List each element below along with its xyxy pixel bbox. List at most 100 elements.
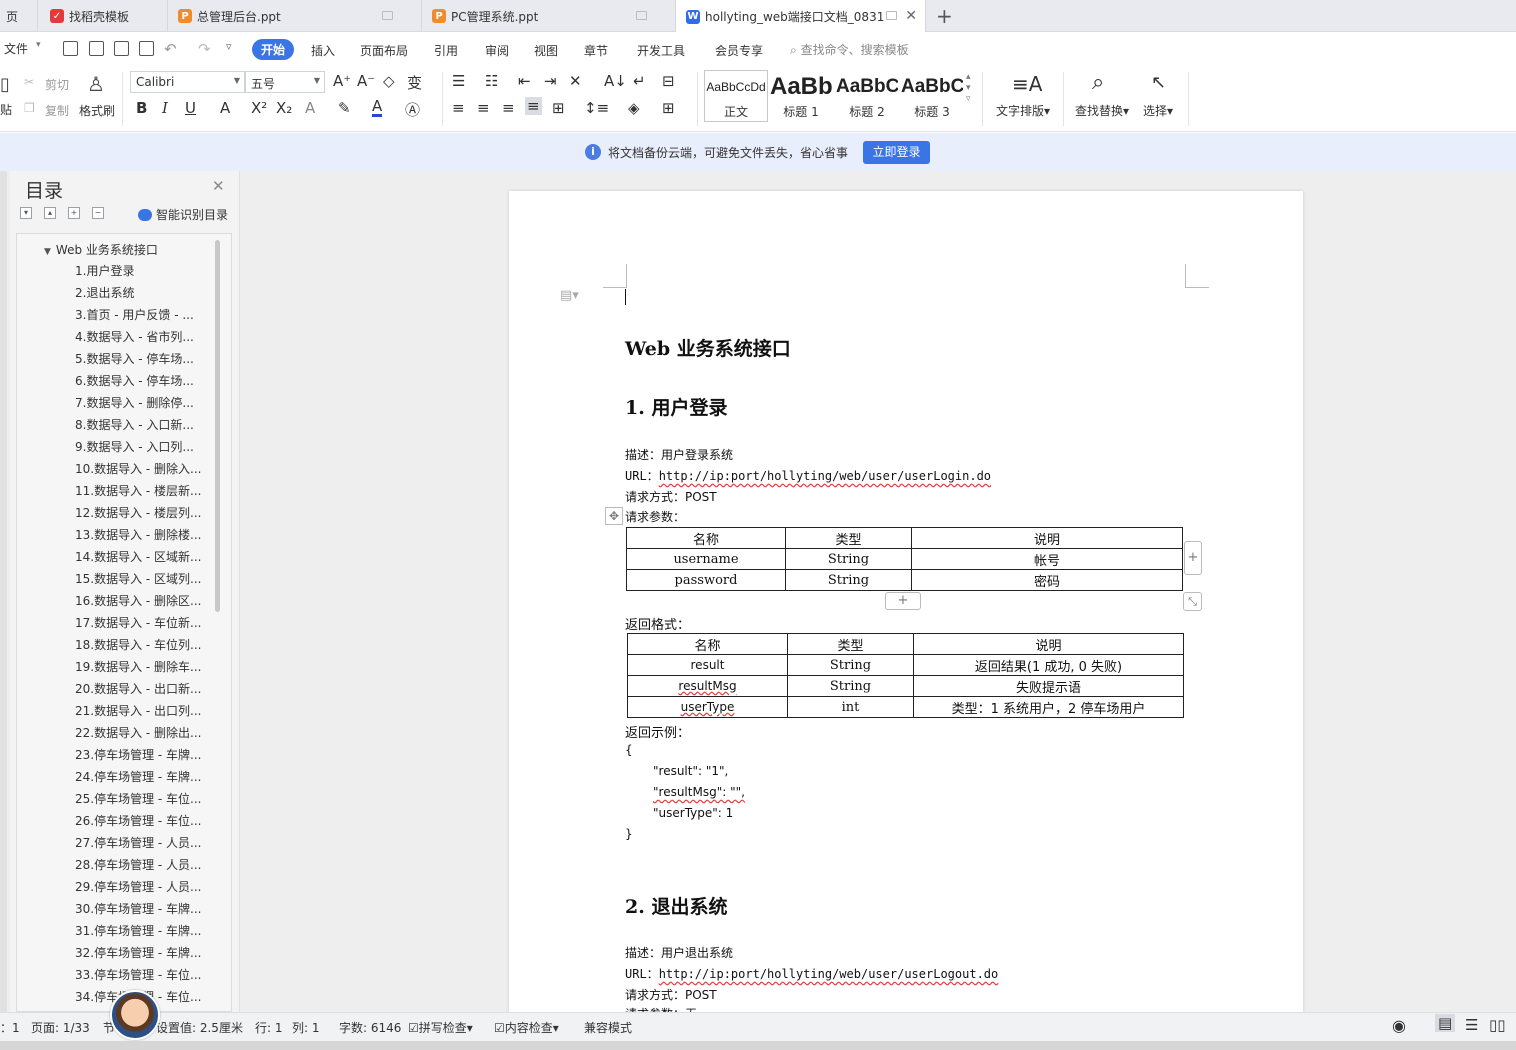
menu-page-layout[interactable]: 页面布局 xyxy=(360,42,408,59)
distribute-icon[interactable]: ⊞ xyxy=(552,99,565,117)
table-cell[interactable]: username xyxy=(626,548,786,570)
toc-item[interactable]: 27.停车场管理 - 人员... xyxy=(75,835,210,851)
toc-item[interactable]: 5.数据导入 - 停车场... xyxy=(75,351,210,367)
table-header-cell[interactable]: 说明 xyxy=(911,527,1183,549)
resize-table-icon[interactable]: ⤡ xyxy=(1183,592,1202,611)
styles-scroll-icon[interactable]: ▴ ▾ ▿ xyxy=(966,72,971,105)
toc-item[interactable]: 29.停车场管理 - 人员... xyxy=(75,879,210,895)
toc-item[interactable]: 1.用户登录 xyxy=(75,263,210,279)
url-link[interactable]: http://ip:port/hollyting/web/user/userLo… xyxy=(659,469,991,483)
align-center-icon[interactable]: ≡ xyxy=(477,99,490,117)
select-button[interactable]: 选择▾ xyxy=(1143,102,1173,119)
toc-item[interactable]: 10.数据导入 - 删除入... xyxy=(75,461,210,477)
toc-item[interactable]: 3.首页 - 用户反馈 - ... xyxy=(75,307,210,323)
table-header-cell[interactable]: 名称 xyxy=(627,633,788,655)
style-normal[interactable]: AaBbCcDd 正文 xyxy=(704,70,768,122)
table-cell[interactable]: userType xyxy=(627,696,788,718)
table-cell[interactable]: 类型：1 系统用户，2 停车场用户 xyxy=(913,696,1184,718)
customize-qat-icon[interactable]: ▿ xyxy=(226,40,232,53)
paragraph-menu-icon[interactable]: ▤▾ xyxy=(560,288,579,303)
toc-item[interactable]: 28.停车场管理 - 人员... xyxy=(75,857,210,873)
text-layout-icon[interactable]: ≡A xyxy=(1012,72,1042,96)
toc-root[interactable]: ▼ Web 业务系统接口 xyxy=(44,241,158,258)
subscript-icon[interactable]: X₂ xyxy=(276,99,292,117)
clear-format-icon[interactable]: ◇ xyxy=(383,72,395,90)
strikethrough-icon[interactable]: A xyxy=(220,99,230,117)
eye-protection-icon[interactable]: ◉ xyxy=(1392,1016,1406,1035)
menu-member[interactable]: 会员专享 xyxy=(715,42,763,59)
text-effect-icon[interactable]: A xyxy=(305,99,315,117)
align-right-icon[interactable]: ≡ xyxy=(502,99,515,117)
tab-docer[interactable]: ✓ 找稻壳模板 xyxy=(40,0,168,32)
status-word-count[interactable]: 字数: 6146 xyxy=(339,1019,401,1036)
toc-scrollbar[interactable] xyxy=(215,240,220,612)
borders-icon[interactable]: ⊞ xyxy=(662,99,675,117)
chevron-down-icon[interactable]: ▾ xyxy=(36,40,41,50)
italic-icon[interactable]: I xyxy=(162,99,168,117)
toc-item[interactable]: 12.数据导入 - 楼层列... xyxy=(75,505,210,521)
justify-icon[interactable]: ≡ xyxy=(525,97,542,115)
table-header-cell[interactable]: 名称 xyxy=(626,527,786,549)
style-heading-3[interactable]: AaBbC 标题 3 xyxy=(900,70,964,122)
toc-item[interactable]: 30.停车场管理 - 车牌... xyxy=(75,901,210,917)
export-pdf-icon[interactable] xyxy=(89,41,104,56)
numbered-list-icon[interactable]: ☷ xyxy=(485,72,498,90)
toc-item[interactable]: 4.数据导入 - 省市列... xyxy=(75,329,210,345)
toc-item[interactable]: 7.数据导入 - 删除停... xyxy=(75,395,210,411)
toc-item[interactable]: 21.数据导入 - 出口列... xyxy=(75,703,210,719)
table-cell[interactable]: 失败提示语 xyxy=(913,675,1184,697)
table-cell[interactable]: resultMsg xyxy=(627,675,788,697)
print-preview-icon[interactable] xyxy=(139,41,154,56)
smart-toc-button[interactable]: 智能识别目录 xyxy=(138,206,228,223)
table-header-cell[interactable]: 类型 xyxy=(785,527,912,549)
reading-view-icon[interactable]: ▯▯ xyxy=(1489,1016,1506,1034)
status-column[interactable]: 列: 1 xyxy=(292,1019,320,1036)
grow-font-icon[interactable]: A⁺ xyxy=(333,72,351,90)
format-painter-button[interactable]: 格式刷 xyxy=(79,102,115,119)
style-heading-2[interactable]: AaBbC 标题 2 xyxy=(835,70,899,122)
font-color-icon[interactable]: A xyxy=(372,98,383,117)
find-icon[interactable]: ⌕ xyxy=(1092,70,1104,95)
toc-item[interactable]: 20.数据导入 - 出口新... xyxy=(75,681,210,697)
expand-all-icon[interactable]: ▾ xyxy=(20,207,32,219)
assistant-avatar[interactable] xyxy=(110,990,160,1040)
toc-item[interactable]: 15.数据导入 - 区域列... xyxy=(75,571,210,587)
char-border-icon[interactable]: Ⓐ xyxy=(405,99,420,120)
menu-developer[interactable]: 开发工具 xyxy=(637,42,685,59)
page-view-icon[interactable]: ▤ xyxy=(1435,1014,1456,1032)
paste-label[interactable]: 贴 xyxy=(0,101,12,118)
sort-icon[interactable]: A↓ xyxy=(604,72,627,90)
status-section[interactable]: ：1 xyxy=(0,1019,20,1036)
align-left-icon[interactable]: ≡ xyxy=(452,99,465,117)
toc-item[interactable]: 11.数据导入 - 楼层新... xyxy=(75,483,210,499)
tab-home[interactable]: 页 xyxy=(0,0,38,32)
toc-item[interactable]: 24.停车场管理 - 车牌... xyxy=(75,769,210,785)
table-cell[interactable]: result xyxy=(627,654,788,676)
paste-icon[interactable]: ▯ xyxy=(0,74,10,95)
select-cursor-icon[interactable]: ↖ xyxy=(1151,72,1166,93)
phonetic-icon[interactable]: 变 xyxy=(407,72,422,93)
content-check-button[interactable]: ☑内容检查▾ xyxy=(494,1019,559,1036)
decrease-indent-icon[interactable]: ⇤ xyxy=(518,72,531,90)
toc-item[interactable]: 9.数据导入 - 入口列... xyxy=(75,439,210,455)
add-heading-icon[interactable]: + xyxy=(68,207,80,219)
toc-item[interactable]: 32.停车场管理 - 车牌... xyxy=(75,945,210,961)
style-heading-1[interactable]: AaBb 标题 1 xyxy=(769,70,833,122)
status-setting[interactable]: 设置值: 2.5厘米 xyxy=(156,1019,243,1036)
undo-icon[interactable]: ↶ xyxy=(164,40,177,58)
login-button[interactable]: 立即登录 xyxy=(863,141,930,164)
shading-icon[interactable]: ◈ xyxy=(628,99,640,117)
outline-view-icon[interactable]: ☰ xyxy=(1465,1016,1478,1034)
redo-icon[interactable]: ↷ xyxy=(198,40,211,58)
toc-item[interactable]: 13.数据导入 - 删除楼... xyxy=(75,527,210,543)
add-row-icon[interactable]: + xyxy=(885,592,921,610)
chinese-layout-icon[interactable]: ✕ xyxy=(569,72,582,90)
chevron-down-icon[interactable]: ▼ xyxy=(44,247,51,257)
menu-review[interactable]: 审阅 xyxy=(485,42,509,59)
table-cell[interactable]: String xyxy=(785,548,912,570)
toc-item[interactable]: 22.数据导入 - 删除出... xyxy=(75,725,210,741)
toc-item[interactable]: 16.数据导入 - 删除区... xyxy=(75,593,210,609)
close-icon[interactable]: ✕ xyxy=(212,177,225,195)
table-move-icon[interactable]: ✥ xyxy=(605,507,623,525)
superscript-icon[interactable]: X² xyxy=(251,99,267,117)
